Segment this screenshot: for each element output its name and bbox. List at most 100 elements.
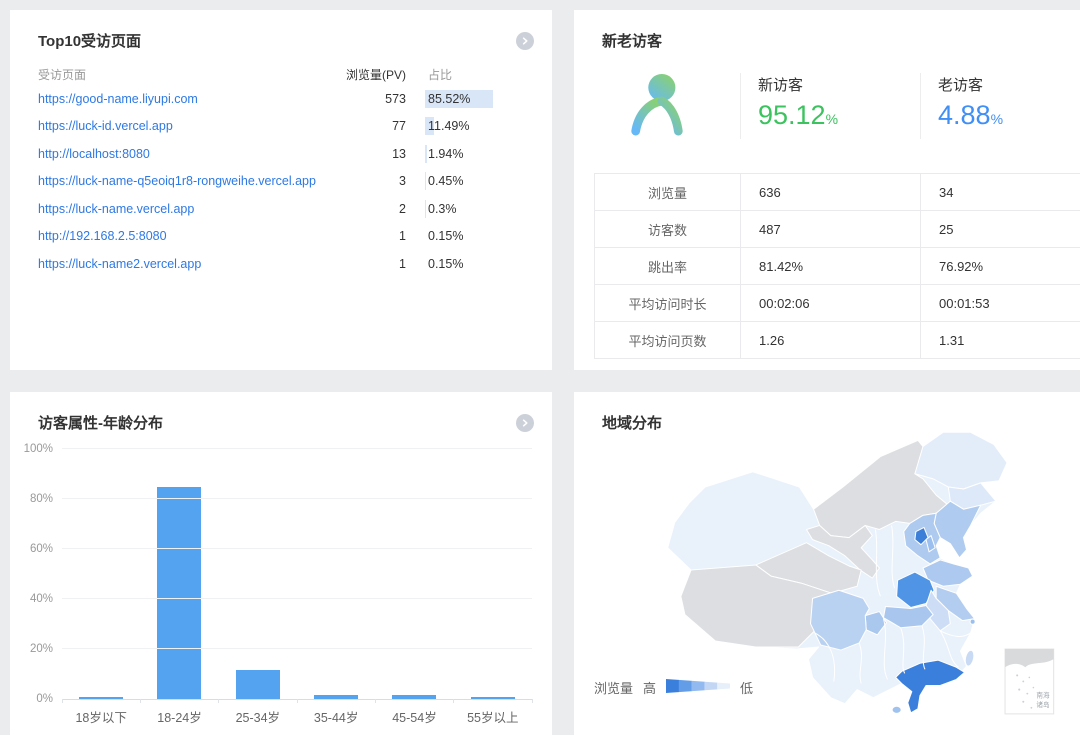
metric-new-value: 00:02:06 (740, 285, 920, 321)
table-row: 浏览量63634 (594, 174, 1080, 211)
metric-label: 平均访问页数 (594, 322, 740, 358)
x-axis-label: 18-24岁 (140, 707, 218, 726)
column-header-pv: 浏览量(PV) (320, 66, 406, 83)
y-axis-label: 80% (13, 493, 53, 505)
metric-old-value: 1.31 (920, 322, 1080, 358)
bar[interactable] (79, 697, 123, 699)
ratio-value: 0.45% (428, 174, 463, 188)
ratio-value: 0.15% (428, 229, 463, 243)
bar-slot (62, 697, 140, 699)
page-link[interactable]: https://good-name.liyupi.com (38, 92, 320, 106)
bar[interactable] (157, 487, 201, 700)
visitor-stats: 新访客 95.12% 老访客 4.88% (574, 73, 1080, 139)
bar-slot (375, 695, 453, 700)
table-row: http://192.168.2.5:80801 0.15% (38, 223, 524, 251)
ratio-cell: 0.15% (428, 257, 524, 271)
metric-label: 访客数 (594, 211, 740, 247)
page-link[interactable]: https://luck-name.vercel.app (38, 202, 320, 216)
table-row: 访客数48725 (594, 211, 1080, 248)
age-x-axis-labels: 18岁以下18-24岁25-34岁35-44岁45-54岁55岁以上 (62, 707, 532, 726)
visitor-metrics-table: 浏览量63634访客数48725跳出率81.42%76.92%平均访问时长00:… (594, 173, 1080, 359)
x-axis-label: 35-44岁 (297, 707, 375, 726)
table-row: https://luck-id.vercel.app77 11.49% (38, 113, 524, 141)
x-axis-label: 55岁以上 (454, 707, 532, 726)
chevron-right-icon (521, 32, 529, 50)
ratio-value: 85.52% (428, 92, 470, 106)
old-visitor-value: 4.88 (938, 100, 991, 130)
visitor-person-icon (626, 71, 688, 142)
x-axis-label: 25-34岁 (219, 707, 297, 726)
table-row: 平均访问时长00:02:0600:01:53 (594, 285, 1080, 322)
table-row: https://luck-name2.vercel.app1 0.15% (38, 250, 524, 278)
page-link[interactable]: https://luck-name-q5eoiq1r8-rongweihe.ve… (38, 174, 320, 188)
more-button[interactable] (516, 414, 534, 432)
pv-value: 3 (320, 174, 406, 188)
new-visitor-label: 新访客 (758, 74, 920, 95)
bar[interactable] (236, 670, 280, 699)
bar[interactable] (471, 697, 515, 699)
ratio-cell: 85.52% (428, 92, 524, 106)
legend-metric-label: 浏览量 (594, 678, 633, 697)
ratio-value: 1.94% (428, 147, 463, 161)
south-sea-inset: 南海 诸岛 (1005, 649, 1054, 714)
table-header-row: 受访页面 浏览量(PV) 占比 (38, 63, 524, 85)
table-row: 跳出率81.42%76.92% (594, 248, 1080, 285)
new-visitor-unit: % (826, 111, 838, 127)
pv-value: 1 (320, 229, 406, 243)
ratio-value: 11.49% (428, 119, 469, 133)
bar[interactable] (392, 695, 436, 700)
x-axis-tick (297, 699, 298, 703)
ratio-cell: 0.3% (428, 202, 524, 216)
old-visitor-label: 老访客 (938, 74, 1080, 95)
bar[interactable] (314, 695, 358, 700)
table-body: https://good-name.liyupi.com57385.52%htt… (38, 85, 524, 278)
page-link[interactable]: https://luck-id.vercel.app (38, 119, 320, 133)
y-axis-label: 0% (13, 693, 53, 705)
legend-low-label: 低 (740, 678, 753, 697)
new-visitor-value: 95.12 (758, 100, 826, 130)
map-legend: 浏览量 高 低 (594, 678, 753, 697)
top-pages-table: 受访页面 浏览量(PV) 占比 https://good-name.liyupi… (38, 63, 524, 278)
y-axis-label: 40% (13, 593, 53, 605)
inset-label-line2: 诸岛 (1036, 700, 1050, 709)
gridline (62, 598, 532, 599)
x-axis-tick (218, 699, 219, 703)
page-link[interactable]: https://luck-name2.vercel.app (38, 257, 320, 271)
panel-title: Top10受访页面 (38, 30, 141, 51)
metric-old-value: 00:01:53 (920, 285, 1080, 321)
bar-slot (140, 487, 218, 700)
page-link[interactable]: http://localhost:8080 (38, 147, 320, 161)
china-map[interactable]: 南海 诸岛 (614, 416, 1080, 720)
gridline (62, 498, 532, 499)
page-link[interactable]: http://192.168.2.5:8080 (38, 229, 320, 243)
pv-value: 13 (320, 147, 406, 161)
metric-label: 跳出率 (594, 248, 740, 284)
x-axis-tick (453, 699, 454, 703)
inset-label-line1: 南海 (1036, 691, 1050, 700)
legend-high-label: 高 (643, 678, 656, 697)
pv-value: 77 (320, 119, 406, 133)
pv-value: 2 (320, 202, 406, 216)
ratio-cell: 1.94% (428, 147, 524, 161)
old-visitor-unit: % (991, 111, 1003, 127)
ratio-value: 0.3% (428, 202, 457, 216)
panel-title: 访客属性-年龄分布 (38, 412, 163, 433)
metric-old-value: 76.92% (920, 248, 1080, 284)
more-button[interactable] (516, 32, 534, 50)
metric-old-value: 34 (920, 174, 1080, 210)
panel-title: 新老访客 (602, 30, 662, 51)
ratio-cell: 0.15% (428, 229, 524, 243)
y-axis-label: 20% (13, 643, 53, 655)
bar-slot (454, 697, 532, 699)
metric-new-value: 1.26 (740, 322, 920, 358)
x-axis-label: 18岁以下 (62, 707, 140, 726)
table-row: https://luck-name-q5eoiq1r8-rongweihe.ve… (38, 168, 524, 196)
pv-value: 1 (320, 257, 406, 271)
table-row: https://luck-name.vercel.app2 0.3% (38, 195, 524, 223)
table-row: https://good-name.liyupi.com57385.52% (38, 85, 524, 113)
y-axis-label: 60% (13, 543, 53, 555)
table-row: 平均访问页数1.261.31 (594, 322, 1080, 359)
gridline (62, 548, 532, 549)
panel-age-distribution: 访客属性-年龄分布 0%20%40%60%80%100% 18岁以下18-24岁… (10, 392, 552, 735)
old-visitor-stat: 老访客 4.88% (920, 73, 1080, 139)
